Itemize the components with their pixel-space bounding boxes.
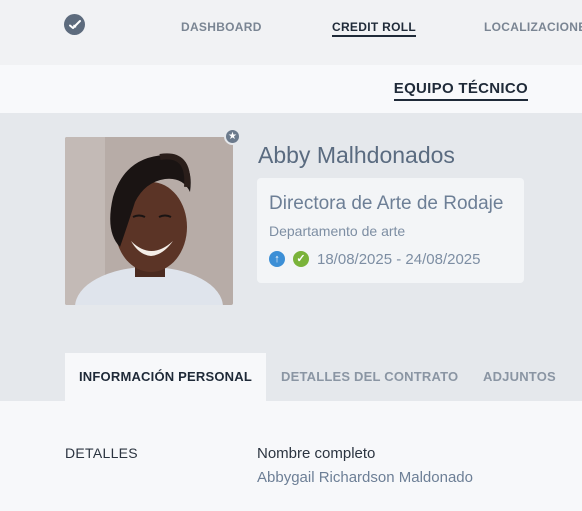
role-card: Directora de Arte de Rodaje Departamento… xyxy=(257,178,524,283)
tab-informacion-personal[interactable]: INFORMACIÓN PERSONAL xyxy=(65,353,266,401)
tab-adjuntos[interactable]: ADJUNTOS xyxy=(483,353,556,401)
subnav-equipo-tecnico[interactable]: EQUIPO TÉCNICO xyxy=(393,80,528,101)
sub-navigation: EQUIPO TÉCNICO xyxy=(0,65,582,113)
full-name-label: Nombre completo xyxy=(257,445,376,462)
full-name-value: Abbygail Richardson Maldonado xyxy=(257,469,473,486)
role-dates: 18/08/2025 - 24/08/2025 xyxy=(317,251,481,268)
section-detalles: DETALLES xyxy=(65,445,138,461)
check-icon: ✓ xyxy=(293,251,309,267)
role-title: Directora de Arte de Rodaje xyxy=(269,193,504,214)
logo-icon[interactable] xyxy=(64,14,85,35)
profile-name: Abby Malhdonados xyxy=(258,142,455,168)
role-department: Departamento de arte xyxy=(269,223,406,239)
arrow-up-icon: ↑ xyxy=(269,251,285,267)
nav-dashboard[interactable]: DASHBOARD xyxy=(181,20,262,34)
profile-photo xyxy=(65,137,233,305)
top-navigation: DASHBOARD CREDIT ROLL LOCALIZACIONES xyxy=(0,0,582,65)
star-icon[interactable]: ★ xyxy=(224,128,241,145)
tab-detalles-contrato[interactable]: DETALLES DEL CONTRATO xyxy=(281,353,458,401)
nav-localizaciones[interactable]: LOCALIZACIONES xyxy=(484,20,582,34)
nav-credit-roll[interactable]: CREDIT ROLL xyxy=(332,20,416,37)
